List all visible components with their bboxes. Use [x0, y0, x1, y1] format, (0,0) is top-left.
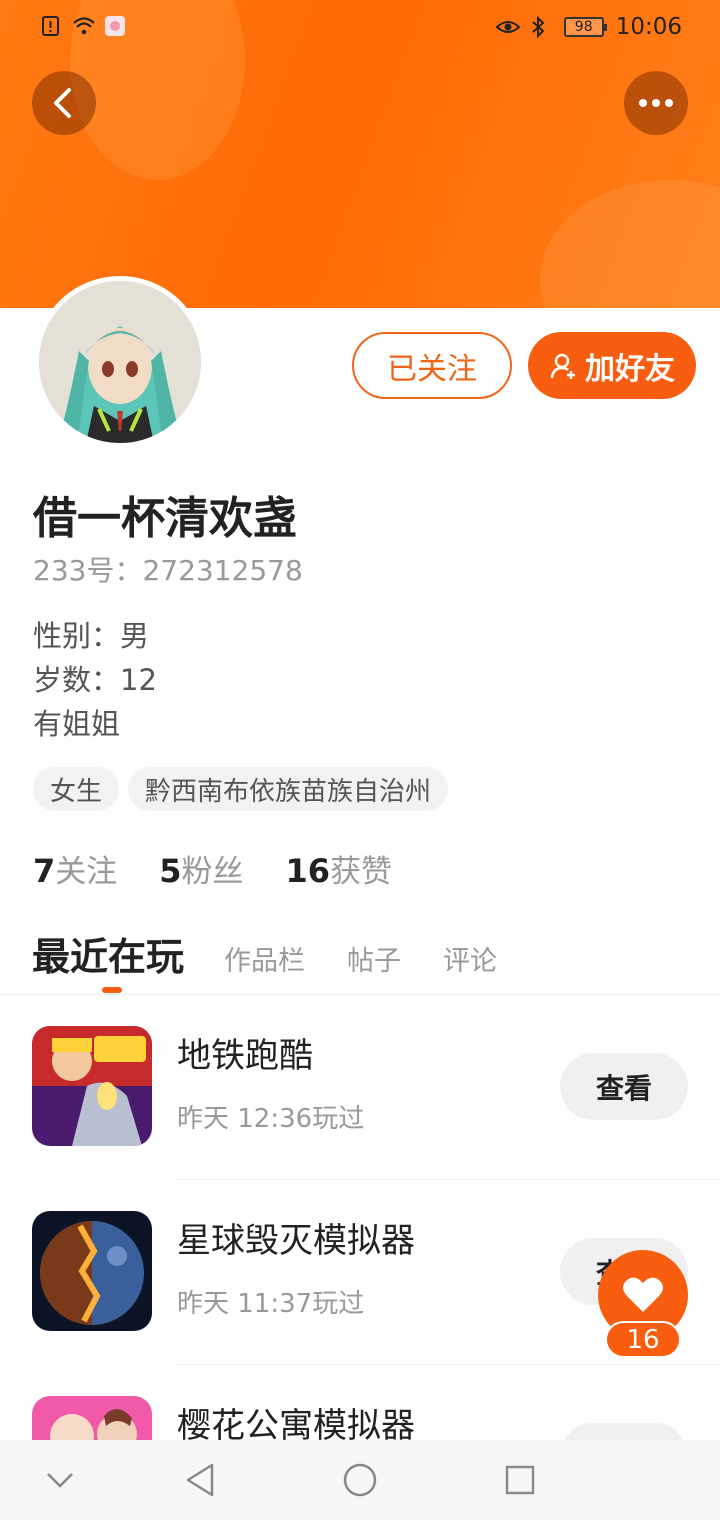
add-friend-label: 加好友 [585, 351, 675, 387]
add-friend-button[interactable]: 加好友 [528, 332, 696, 399]
back-arrow-icon [54, 88, 71, 118]
divider [177, 1364, 720, 1365]
stat-likes[interactable]: 16获赞 [286, 846, 393, 891]
collapse-icon[interactable] [40, 1460, 80, 1500]
game-name: 星球毁灭模拟器 [177, 1221, 415, 1261]
tab-posts[interactable]: 帖子 [347, 939, 401, 978]
game-last-played: 昨天 12:36玩过 [177, 1104, 365, 1134]
bio-line: 岁数：12 [33, 663, 157, 697]
bluetooth-icon [530, 15, 552, 39]
back-button[interactable] [32, 71, 96, 135]
stat-number: 7 [33, 852, 56, 890]
stat-label: 关注 [55, 854, 118, 890]
tab-recently-played[interactable]: 最近在玩 [32, 926, 184, 981]
more-dots-icon [639, 99, 673, 107]
divider [177, 1179, 720, 1180]
stat-following[interactable]: 7关注 [33, 846, 117, 891]
view-button[interactable]: 查看 [560, 1053, 688, 1120]
eye-icon [495, 16, 521, 38]
user-id: 233号：272312578 [33, 554, 303, 587]
followed-button[interactable]: 已关注 [352, 332, 512, 399]
divider [0, 994, 720, 995]
alert-icon [40, 15, 62, 37]
stat-label: 获赞 [330, 854, 393, 890]
game-icon-subway-surfers [32, 1026, 152, 1146]
tag-location[interactable]: 黔西南布依族苗族自治州 [128, 767, 449, 811]
bio-line: 性别：男 [33, 619, 150, 653]
game-last-played: 昨天 11:37玩过 [177, 1289, 365, 1319]
tag-list: 女生 黔西南布依族苗族自治州 [33, 767, 449, 811]
bio: 性别：男 岁数：12 有姐姐 [33, 614, 157, 746]
heart-icon [623, 1277, 663, 1312]
username: 借一杯清欢盏 [33, 493, 297, 544]
list-item[interactable]: 地铁跑酷 昨天 12:36玩过 查看 [0, 1026, 720, 1211]
back-triangle-icon[interactable] [180, 1460, 220, 1500]
status-time: 10:06 [615, 14, 682, 40]
game-name: 地铁跑酷 [177, 1036, 313, 1076]
like-count: 16 [605, 1321, 681, 1358]
tab-works[interactable]: 作品栏 [224, 939, 305, 978]
tab-bar: 最近在玩 作品栏 帖子 评论 [32, 926, 539, 981]
add-friend-icon [550, 353, 575, 379]
more-button[interactable] [624, 71, 688, 135]
tab-comments[interactable]: 评论 [443, 939, 497, 978]
tag-gender[interactable]: 女生 [33, 767, 120, 811]
status-bar: 98 10:06 [0, 0, 720, 56]
stat-number: 5 [159, 852, 182, 890]
stat-number: 16 [285, 852, 331, 890]
home-circle-icon[interactable] [340, 1460, 380, 1500]
wifi-icon [72, 15, 95, 37]
stat-followers[interactable]: 5粉丝 [159, 846, 243, 891]
system-nav-bar [0, 1440, 720, 1520]
game-icon-solar-smash [32, 1211, 152, 1331]
avatar[interactable] [34, 276, 206, 448]
header-decoration [540, 180, 720, 308]
app-icon [104, 15, 126, 37]
bio-line: 有姐姐 [33, 707, 121, 741]
tab-indicator [102, 987, 122, 993]
stats: 7关注 5粉丝 16获赞 [33, 846, 392, 891]
recents-square-icon[interactable] [500, 1460, 540, 1500]
battery-icon: 98 [563, 17, 607, 37]
stat-label: 粉丝 [181, 854, 244, 890]
status-right-icons: 98 10:06 [495, 14, 682, 40]
status-left-icons [40, 15, 126, 37]
